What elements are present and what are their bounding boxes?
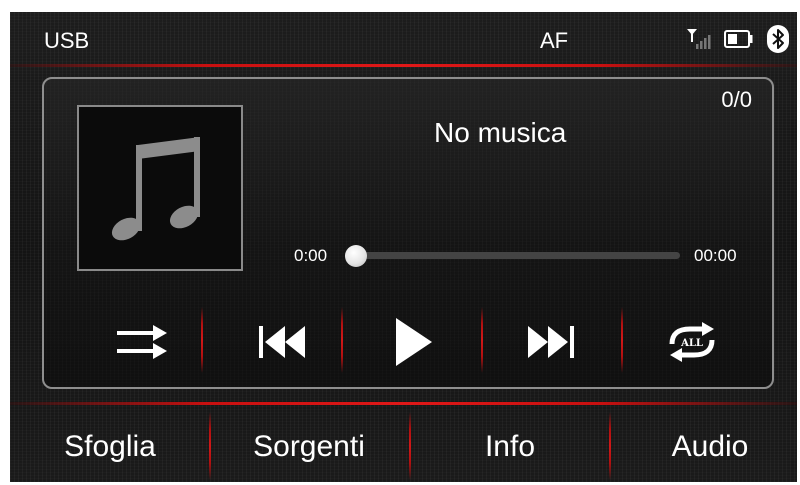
battery-icon (724, 30, 753, 48)
menu-divider (10, 402, 797, 405)
control-divider (201, 307, 203, 373)
menu-separator (409, 412, 411, 480)
elapsed-time: 0:00 (294, 246, 328, 265)
repeat-all-button[interactable]: ALL (652, 315, 732, 369)
previous-track-button[interactable] (242, 315, 322, 369)
control-divider (621, 307, 623, 373)
control-divider (341, 307, 343, 373)
source-label: USB (44, 28, 90, 53)
repeat-all-icon: ALL (669, 322, 715, 362)
previous-track-icon (259, 326, 305, 358)
info-button[interactable]: Info (412, 420, 608, 474)
music-note-icon (111, 137, 200, 241)
control-divider (481, 307, 483, 373)
player-panel: 0/0 No musica 0:00 00:00 ALL (42, 77, 774, 389)
head-unit-screen: USB AF 0/0 No musica 0:00 00:00 ALL Sfog… (10, 12, 797, 482)
repeat-badge-text: ALL (680, 338, 703, 349)
album-art (77, 105, 243, 271)
sources-button[interactable]: Sorgenti (211, 420, 407, 474)
track-counter: 0/0 (721, 87, 752, 112)
header-divider (10, 64, 797, 67)
next-track-button[interactable] (511, 315, 591, 369)
track-title: No musica (434, 117, 567, 148)
seek-bar-knob[interactable] (345, 245, 367, 267)
play-button[interactable] (374, 315, 454, 369)
total-time: 00:00 (694, 246, 737, 265)
browse-button[interactable]: Sfoglia (12, 420, 208, 474)
audio-button[interactable]: Audio (612, 420, 797, 474)
menu-separator (609, 412, 611, 480)
next-track-icon (528, 326, 574, 358)
af-indicator: AF (540, 28, 569, 53)
shuffle-icon (117, 325, 167, 359)
play-icon (396, 318, 432, 366)
shuffle-button[interactable] (102, 315, 182, 369)
seek-bar[interactable] (345, 245, 680, 267)
bluetooth-icon (767, 25, 789, 53)
signal-icon (687, 29, 711, 49)
